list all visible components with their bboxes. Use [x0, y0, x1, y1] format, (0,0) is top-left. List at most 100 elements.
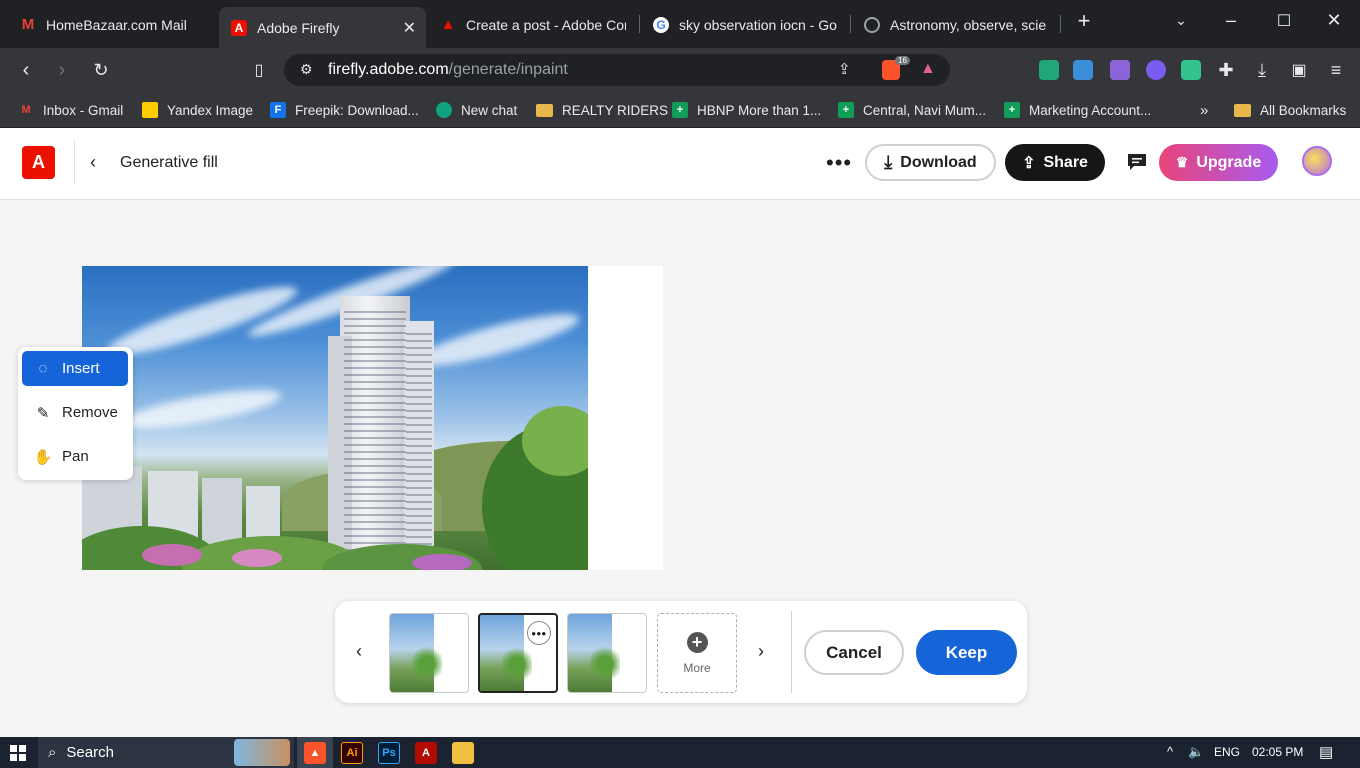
panel-divider	[791, 611, 792, 693]
insert-icon: ◌	[38, 360, 48, 377]
bookmark-central-navi[interactable]: + Central, Navi Mum...	[838, 100, 986, 120]
hand-icon: ✋	[33, 448, 53, 466]
sheets-icon: +	[838, 102, 854, 118]
upgrade-button[interactable]: ♛ Upgrade	[1159, 144, 1278, 181]
tab-adobe-firefly[interactable]: A Adobe Firefly ✕	[219, 7, 426, 48]
back-chevron-icon[interactable]: ‹	[90, 152, 96, 173]
extension-download-icon[interactable]	[1073, 60, 1093, 80]
sidebar-toggle-icon[interactable]: ▣	[1287, 58, 1311, 82]
download-button[interactable]: ⤓ Download	[865, 144, 996, 181]
variation-thumbnail-3[interactable]	[567, 613, 647, 693]
extension-wave-icon[interactable]	[1146, 60, 1166, 80]
tab-sky-observation[interactable]: G sky observation iocn - Goo	[641, 7, 849, 42]
extension-f-icon[interactable]	[1181, 60, 1201, 80]
notifications-icon[interactable]: ▤	[1319, 743, 1333, 761]
share-button[interactable]: ⇪ Share	[1005, 144, 1105, 181]
bookmark-label: Central, Navi Mum...	[863, 102, 987, 118]
language-indicator[interactable]: ENG	[1214, 745, 1240, 759]
folder-icon	[536, 103, 553, 117]
tab-divider	[1060, 15, 1061, 33]
extensions-puzzle-icon[interactable]: ✚	[1214, 58, 1238, 82]
brave-rewards-icon[interactable]: ▲	[920, 60, 936, 78]
header-divider	[74, 140, 75, 184]
bookmark-label: Inbox - Gmail	[43, 102, 124, 118]
tool-label: Insert	[62, 360, 100, 377]
variation-thumbnail-1[interactable]	[389, 613, 469, 693]
search-icon: ⌕	[48, 744, 57, 761]
insert-tool-button[interactable]: ◌ Insert	[22, 351, 128, 386]
user-avatar[interactable]	[1302, 146, 1332, 176]
back-icon[interactable]: ‹	[14, 58, 38, 82]
more-options-icon[interactable]: •••	[826, 150, 852, 176]
next-variation-icon[interactable]: ›	[758, 641, 764, 662]
new-tab-icon[interactable]: +	[1070, 8, 1098, 34]
bookmark-icon[interactable]: ▯	[247, 58, 271, 82]
upgrade-label: Upgrade	[1196, 153, 1262, 171]
menu-icon[interactable]: ≡	[1324, 58, 1348, 82]
bookmarks-bar: M Inbox - Gmail Yandex Image F Freepik: Do…	[0, 92, 1360, 128]
share-icon: ⇪	[1022, 154, 1036, 172]
feedback-comment-icon[interactable]	[1127, 153, 1147, 171]
maximize-icon[interactable]: ☐	[1270, 11, 1298, 31]
bookmark-inbox-gmail[interactable]: M Inbox - Gmail	[18, 100, 123, 120]
bookmark-freepik[interactable]: F Freepik: Download...	[270, 100, 419, 120]
illustrator-taskbar-icon[interactable]: Ai	[341, 742, 363, 764]
photoshop-taskbar-icon[interactable]: Ps	[378, 742, 400, 764]
firefly-header: A ‹ Generative fill ••• ⤓ Download ⇪ Sha…	[0, 128, 1360, 200]
extension-feather-icon[interactable]	[1110, 60, 1130, 80]
all-bookmarks-label: All Bookmarks	[1260, 102, 1347, 118]
bookmark-yandex-image[interactable]: Yandex Image	[142, 100, 253, 120]
tab-create-post[interactable]: ▲ Create a post - Adobe Com	[428, 7, 638, 42]
remove-brush-icon: ✎	[36, 404, 50, 422]
tab-homebazaar-mail[interactable]: M HomeBazaar.com Mail	[8, 7, 218, 42]
page-title: Generative fill	[120, 154, 218, 171]
downloads-icon[interactable]: ⤓	[1250, 58, 1274, 82]
acrobat-taskbar-icon[interactable]: A	[415, 742, 437, 764]
tab-title: HomeBazaar.com Mail	[46, 16, 187, 33]
share-page-icon[interactable]: ⇪	[838, 60, 851, 78]
cancel-button[interactable]: Cancel	[804, 630, 904, 675]
close-tab-icon[interactable]: ✕	[403, 18, 416, 38]
close-window-icon[interactable]: ✕	[1320, 10, 1348, 31]
bookmark-new-chat[interactable]: New chat	[436, 100, 517, 120]
more-variations-button[interactable]: + More	[657, 613, 737, 693]
tab-title: Adobe Firefly	[257, 19, 340, 36]
minimize-icon[interactable]: –	[1217, 10, 1245, 31]
volume-muted-icon[interactable]: 🔈	[1188, 744, 1204, 760]
site-settings-icon[interactable]: ⚙	[300, 61, 313, 78]
crown-icon: ♛	[1175, 154, 1189, 170]
remove-tool-button[interactable]: ✎ Remove	[22, 395, 128, 430]
file-explorer-taskbar-icon[interactable]	[452, 742, 474, 764]
all-bookmarks[interactable]: All Bookmarks	[1234, 100, 1346, 120]
extension-bird-icon[interactable]	[1039, 60, 1059, 80]
tab-search-chevron-icon[interactable]: ⌄	[1167, 12, 1195, 29]
tab-astronomy[interactable]: Astronomy, observe, scienc	[852, 7, 1058, 42]
forward-icon[interactable]: ›	[50, 58, 74, 82]
brave-shields-count: 16	[895, 56, 910, 65]
prev-variation-icon[interactable]: ‹	[356, 641, 362, 662]
address-bar[interactable]: ⚙ firefly.adobe.com/generate/inpaint ⇪ 1…	[284, 54, 950, 86]
bookmark-marketing-account[interactable]: + Marketing Account...	[1004, 100, 1151, 120]
bookmarks-overflow-chevron[interactable]: »	[1200, 100, 1208, 120]
reload-icon[interactable]: ↻	[89, 58, 113, 82]
variation-thumbnail-2[interactable]: •••	[478, 613, 558, 693]
gmail-icon: M	[21, 16, 35, 33]
variation-options-icon[interactable]: •••	[527, 621, 551, 645]
tray-overflow-icon[interactable]: ^	[1167, 744, 1173, 759]
variations-panel: ‹ ••• + More › Cancel Keep	[335, 601, 1027, 703]
taskbar-search[interactable]: ⌕ Search	[38, 737, 294, 768]
bookmark-hbnp[interactable]: + HBNP More than 1...	[672, 100, 821, 120]
brave-taskbar-icon[interactable]: ▲	[304, 742, 326, 764]
browser-tab-strip: M HomeBazaar.com Mail A Adobe Firefly ✕ …	[0, 0, 1360, 48]
pan-tool-button[interactable]: ✋ Pan	[22, 439, 128, 474]
keep-button[interactable]: Keep	[916, 630, 1017, 675]
clock[interactable]: 02:05 PM	[1252, 745, 1303, 759]
adobe-icon: A	[231, 19, 247, 36]
bookmark-label: Marketing Account...	[1029, 102, 1152, 118]
image-canvas-frame[interactable]	[82, 266, 663, 570]
bookmark-realty-riders[interactable]: REALTY RIDERS	[536, 100, 668, 120]
globe-icon	[864, 16, 880, 33]
bookmark-label: Freepik: Download...	[295, 102, 419, 118]
adobe-logo-icon[interactable]: A	[22, 146, 55, 179]
windows-start-icon[interactable]	[10, 745, 26, 761]
